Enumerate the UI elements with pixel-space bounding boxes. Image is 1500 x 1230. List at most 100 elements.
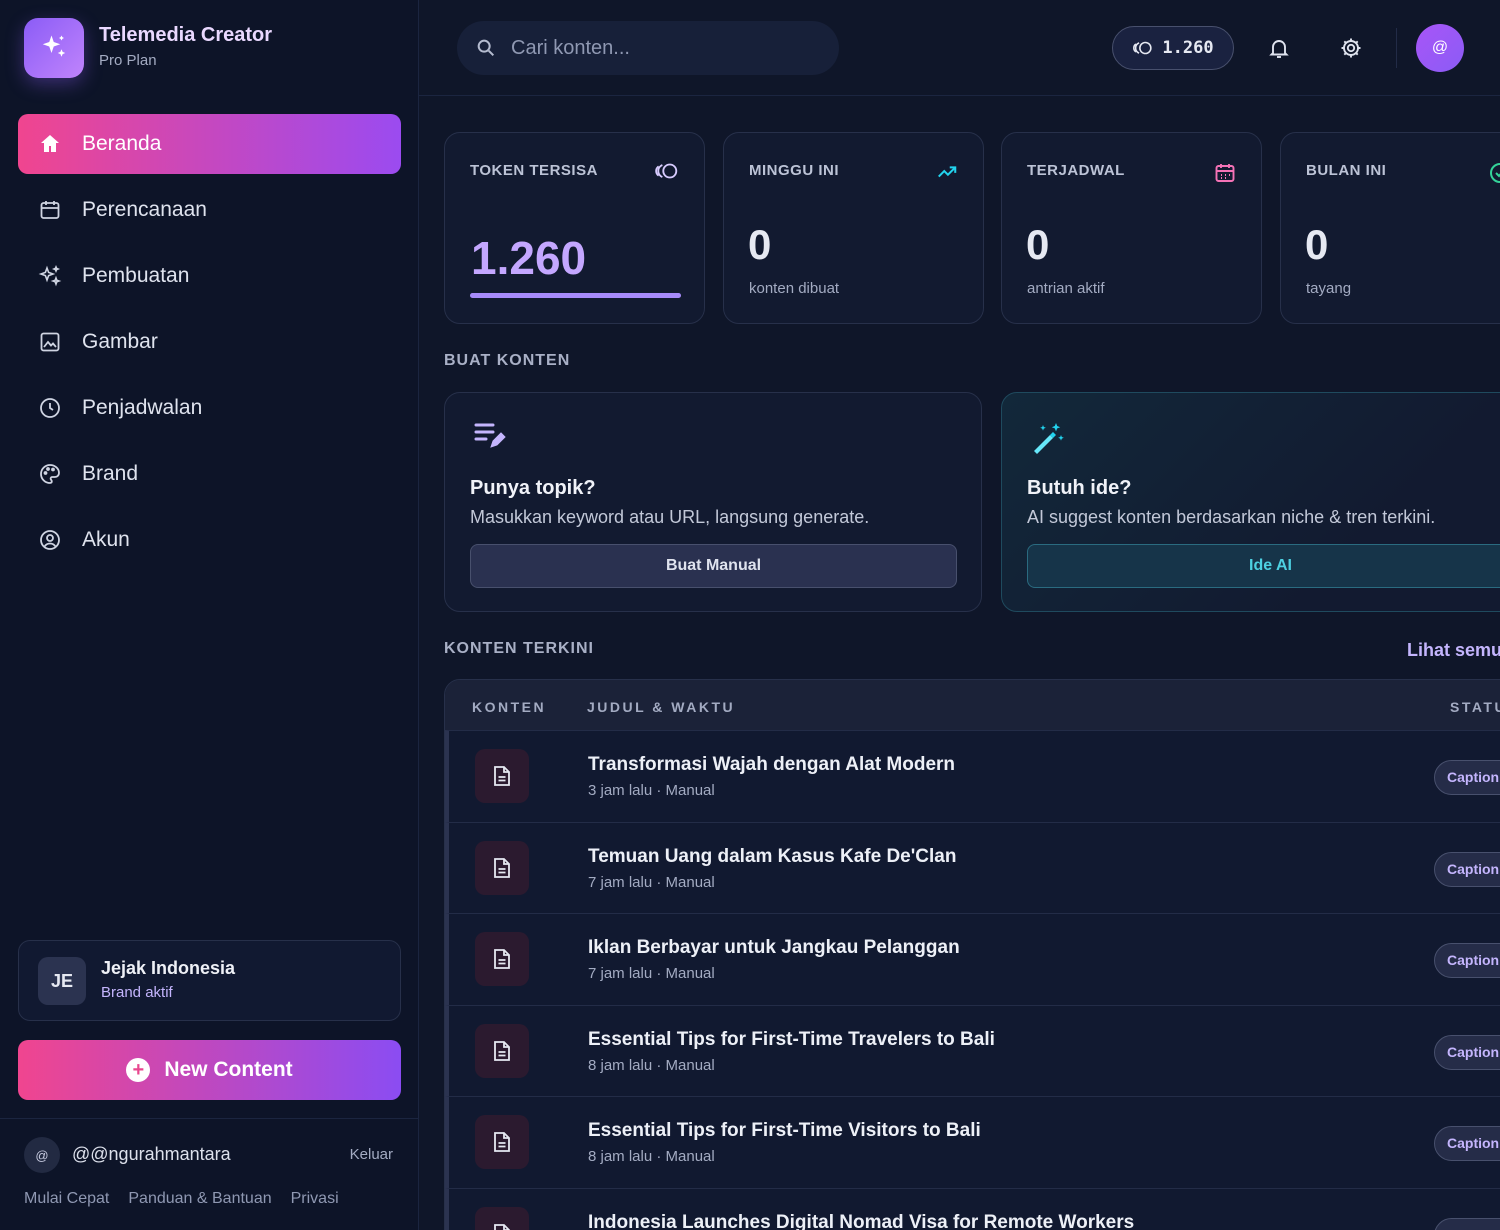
sidebar-item-label: Beranda	[82, 132, 162, 155]
table-row[interactable]: Temuan Uang dalam Kasus Kafe De'Clan 7 ja…	[445, 821, 1500, 913]
sidebar-item-beranda[interactable]: Beranda	[18, 114, 401, 174]
sidebar-item-label: Gambar	[82, 330, 158, 353]
stat-label: TERJADWAL	[1027, 162, 1125, 179]
sidebar-item-brand[interactable]: Brand	[18, 444, 401, 504]
stat-label: BULAN INI	[1306, 162, 1387, 179]
status-badge: Caption	[1434, 1126, 1500, 1161]
footer-link-privacy[interactable]: Privasi	[291, 1190, 339, 1208]
ai-idea-button[interactable]: Ide AI	[1027, 544, 1500, 588]
table-row[interactable]: Iklan Berbayar untuk Jangkau Pelanggan 7 …	[445, 913, 1500, 1005]
table-row[interactable]: Indonesia Launches Digital Nomad Visa fo…	[445, 1187, 1500, 1230]
document-icon	[494, 766, 510, 786]
footer-link-help[interactable]: Panduan & Bantuan	[128, 1190, 271, 1208]
document-icon	[494, 1132, 510, 1152]
sparkles-logo-icon	[42, 35, 66, 57]
user-circle-icon	[40, 530, 60, 550]
content-meta: 7 jam lalu · Manual	[588, 873, 715, 891]
content-meta: 3 jam lalu · Manual	[588, 782, 715, 799]
section-heading-create: BUAT KONTEN	[444, 352, 571, 369]
content-meta: 8 jam lalu · Manual	[588, 1056, 715, 1074]
user-handle: @@ngurahmantara	[72, 1144, 231, 1164]
calendar-icon	[1215, 164, 1235, 182]
calendar-icon	[40, 201, 60, 219]
search-input[interactable]: Cari konten...	[457, 21, 839, 75]
app-logo[interactable]	[24, 18, 84, 78]
search-icon	[477, 39, 495, 57]
search-placeholder: Cari konten...	[511, 36, 630, 59]
palette-icon	[40, 464, 60, 484]
column-header-status: STATUS	[1450, 699, 1500, 715]
card-title: Butuh ide?	[1027, 477, 1132, 499]
document-icon	[494, 949, 510, 969]
clock-icon	[40, 398, 60, 418]
see-all-link[interactable]: Lihat semua	[1407, 640, 1500, 661]
document-icon	[494, 1040, 510, 1061]
content-title[interactable]: Transformasi Wajah dengan Alat Modern	[588, 754, 955, 776]
stat-label: MINGGU INI	[749, 162, 839, 179]
image-icon	[40, 332, 60, 352]
status-badge: Caption	[1434, 760, 1500, 795]
token-value: 1.260	[471, 232, 587, 284]
content-meta: 7 jam lalu · Manual	[588, 965, 715, 982]
stat-value: 0	[1305, 221, 1329, 268]
logout-link[interactable]: Keluar	[350, 1146, 393, 1163]
settings-button[interactable]	[1339, 36, 1363, 65]
active-brand-card[interactable]: JE Jejak Indonesia Brand aktif	[18, 940, 401, 1021]
content-title[interactable]: Temuan Uang dalam Kasus Kafe De'Clan	[588, 846, 956, 868]
content-thumbnail	[475, 1115, 529, 1169]
sidebar-item-akun[interactable]: Akun	[18, 510, 401, 570]
sidebar-item-label: Penjadwalan	[82, 396, 203, 419]
card-description: Masukkan keyword atau URL, langsung gene…	[470, 507, 870, 527]
plan-label: Pro Plan	[99, 52, 157, 69]
token-balance-pill[interactable]: 1.260	[1112, 26, 1234, 70]
new-content-button[interactable]: + New Content	[18, 1040, 401, 1100]
content-thumbnail	[475, 840, 529, 895]
token-icon	[655, 163, 678, 179]
sidebar-item-pembuatan[interactable]: Pembuatan	[18, 246, 401, 306]
brand-initials: JE	[38, 957, 86, 1005]
document-icon	[494, 857, 510, 878]
stat-sub: tayang	[1306, 280, 1352, 297]
topbar: Cari konten... 1.260 @	[419, 0, 1500, 96]
divider	[1396, 28, 1397, 68]
table-header: KONTEN JUDUL & WAKTU STATUS	[445, 680, 1500, 730]
table-row[interactable]: Essential Tips for First-Time Travelers …	[445, 1004, 1500, 1096]
sidebar-item-gambar[interactable]: Gambar	[18, 312, 401, 372]
table-row[interactable]: Essential Tips for First-Time Visitors t…	[445, 1096, 1500, 1188]
stat-sub: konten dibuat	[749, 280, 840, 297]
stat-sub: antrian aktif	[1027, 280, 1105, 297]
table-body: Transformasi Wajah dengan Alat Modern 3 j…	[445, 730, 1500, 1230]
profile-avatar[interactable]: @	[1416, 24, 1464, 72]
sidebar-item-label: Pembuatan	[82, 264, 190, 287]
recent-content-table: KONTEN JUDUL & WAKTU STATUS Transformasi…	[444, 679, 1500, 1230]
stat-value: 0	[748, 221, 772, 268]
token-progress-bar	[470, 293, 681, 298]
sidebar-item-penjadwalan[interactable]: Penjadwalan	[18, 378, 401, 438]
stat-card-week: MINGGU INI 0 konten dibuat	[723, 132, 984, 324]
status-badge: Caption	[1434, 943, 1500, 978]
create-manual-button[interactable]: Buat Manual	[470, 544, 957, 588]
ai-idea-card: Butuh ide? AI suggest konten berdasarkan…	[1001, 392, 1500, 612]
sparkles-icon	[38, 264, 62, 287]
sidebar-item-perencanaan[interactable]: Perencanaan	[18, 180, 401, 240]
token-progress-fill	[470, 293, 681, 298]
status-badge: Caption	[1434, 851, 1500, 887]
stat-label: TOKEN TERSISA	[470, 162, 598, 179]
footer-links: Mulai Cepat Panduan & Bantuan Privasi	[24, 1190, 339, 1208]
content-title[interactable]: Essential Tips for First-Time Travelers …	[588, 1029, 995, 1051]
app-root: Telemedia Creator Pro Plan Beranda Peren…	[0, 0, 1500, 1230]
content-title[interactable]: Essential Tips for First-Time Visitors t…	[588, 1120, 981, 1142]
edit-list-icon	[474, 423, 506, 448]
column-header-content: KONTEN	[472, 699, 547, 715]
footer-link-quickstart[interactable]: Mulai Cepat	[24, 1190, 109, 1208]
notification-button[interactable]	[1267, 36, 1291, 65]
gear-icon	[1341, 38, 1361, 58]
content-title[interactable]: Iklan Berbayar untuk Jangkau Pelanggan	[588, 937, 960, 959]
brand-status: Brand aktif	[101, 984, 173, 1001]
sidebar-item-label: Perencanaan	[82, 198, 207, 221]
content-title[interactable]: Indonesia Launches Digital Nomad Visa fo…	[588, 1212, 1134, 1230]
table-row[interactable]: Transformasi Wajah dengan Alat Modern 3 j…	[445, 730, 1500, 822]
card-title: Punya topik?	[470, 477, 596, 499]
user-avatar[interactable]: @	[24, 1137, 60, 1173]
divider	[0, 1118, 419, 1119]
